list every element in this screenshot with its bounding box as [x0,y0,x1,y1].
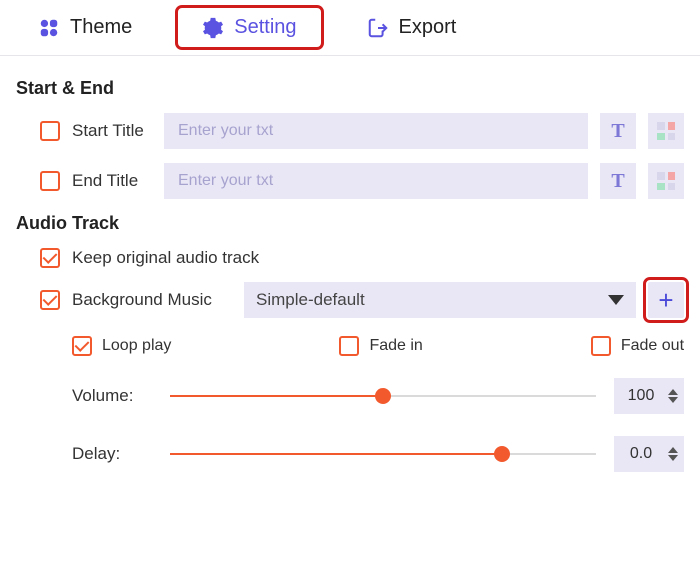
tab-export[interactable]: Export [359,12,465,43]
tab-setting-label: Setting [234,16,296,39]
tab-setting[interactable]: Setting [180,10,318,45]
tab-bar: Theme Setting Export [0,0,700,56]
end-title-label: End Title [72,171,152,191]
start-title-row: Start Title T [16,113,684,149]
end-title-input[interactable] [164,163,588,199]
delay-slider[interactable] [170,444,596,464]
bg-music-selected-value: Simple-default [256,290,365,310]
chevron-down-icon [608,295,624,305]
fade-in-label: Fade in [369,337,422,355]
plus-icon: + [658,287,673,313]
color-picker-button[interactable] [648,163,684,199]
volume-spinner[interactable]: 100 [614,378,684,414]
export-icon [367,17,389,39]
start-title-label: Start Title [72,121,152,141]
volume-value: 100 [614,387,668,405]
color-picker-button[interactable] [648,113,684,149]
volume-slider[interactable] [170,386,596,406]
fade-out-label: Fade out [621,337,684,355]
tab-theme-label: Theme [70,16,132,39]
keep-original-row: Keep original audio track [16,248,684,268]
text-style-button[interactable]: T [600,113,636,149]
start-title-checkbox[interactable] [40,121,60,141]
section-audio-title: Audio Track [16,213,684,234]
delay-value: 0.0 [614,445,668,463]
fade-in-checkbox[interactable] [339,336,359,356]
add-music-button[interactable]: + [648,282,684,318]
loop-play-checkbox[interactable] [72,336,92,356]
tab-theme[interactable]: Theme [30,12,140,43]
theme-icon [38,17,60,39]
volume-label: Volume: [72,386,152,406]
bg-music-select[interactable]: Simple-default [244,282,636,318]
fade-out-checkbox[interactable] [591,336,611,356]
gear-icon [202,17,224,39]
tab-export-label: Export [399,16,457,39]
delay-step-up[interactable] [668,447,678,453]
volume-step-up[interactable] [668,389,678,395]
color-grid-icon [657,172,675,190]
loop-play-label: Loop play [102,337,171,355]
keep-original-checkbox[interactable] [40,248,60,268]
delay-spinner[interactable]: 0.0 [614,436,684,472]
volume-row: Volume: 100 [16,378,684,414]
volume-step-down[interactable] [668,397,678,403]
color-grid-icon [657,122,675,140]
delay-label: Delay: [72,444,152,464]
playback-options-row: Loop play Fade in Fade out [16,336,684,356]
keep-original-label: Keep original audio track [72,248,259,268]
section-start-end-title: Start & End [16,78,684,99]
end-title-checkbox[interactable] [40,171,60,191]
delay-row: Delay: 0.0 [16,436,684,472]
end-title-row: End Title T [16,163,684,199]
bg-music-label: Background Music [72,290,232,310]
bg-music-row: Background Music Simple-default + [16,282,684,318]
bg-music-checkbox[interactable] [40,290,60,310]
delay-step-down[interactable] [668,455,678,461]
text-style-button[interactable]: T [600,163,636,199]
start-title-input[interactable] [164,113,588,149]
